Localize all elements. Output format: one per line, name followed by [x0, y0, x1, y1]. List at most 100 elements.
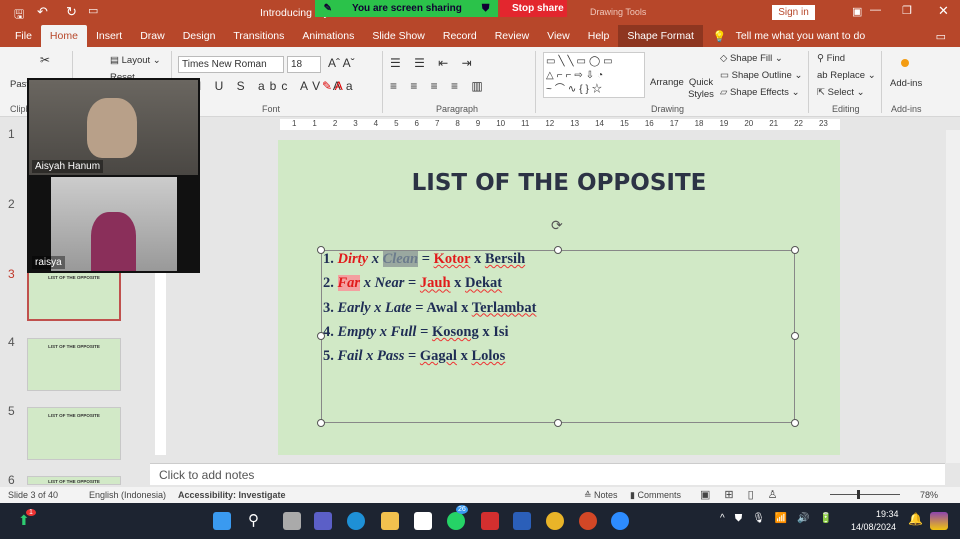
separator: x: [450, 275, 466, 292]
tab-file[interactable]: File: [6, 25, 41, 47]
redo-icon[interactable]: ↻: [66, 4, 77, 20]
zoom-slider[interactable]: [830, 490, 900, 499]
rotate-handle-icon[interactable]: ⟳: [551, 217, 563, 234]
resize-handle[interactable]: [791, 332, 799, 340]
slide-thumbnail-6[interactable]: LIST OF THE OPPOSITE: [27, 476, 121, 485]
tab-slide-show[interactable]: Slide Show: [363, 25, 434, 47]
content-textbox[interactable]: 1. Dirty x Clean = Kotor x Bersih 2. Far …: [321, 250, 795, 423]
zoom-slider-thumb[interactable]: [857, 490, 860, 499]
minimize-button[interactable]: —: [870, 4, 881, 16]
close-button[interactable]: ✕: [938, 3, 949, 19]
list-item[interactable]: 4. Empty x Full = Kosong x Isi: [322, 324, 794, 348]
comments-button[interactable]: ▮ Comments: [630, 490, 681, 501]
tab-shape-format[interactable]: Shape Format: [618, 25, 703, 47]
present-icon[interactable]: ▭: [88, 4, 98, 17]
sign-in-button[interactable]: Sign in: [772, 5, 815, 20]
resize-handle[interactable]: [317, 332, 325, 340]
clock-time[interactable]: 19:34: [876, 509, 899, 519]
tab-home[interactable]: Home: [40, 25, 87, 47]
ruler-tick: 1: [312, 119, 317, 128]
resize-handle[interactable]: [554, 246, 562, 254]
clock-date[interactable]: 14/08/2024: [851, 522, 896, 532]
list-buttons[interactable]: ☰ ☰ ⇤ ⇥: [390, 56, 477, 70]
comments-icon[interactable]: ▭: [936, 30, 946, 43]
cut-icon[interactable]: ✂: [40, 53, 50, 67]
store-icon[interactable]: [414, 512, 432, 530]
zoom-level[interactable]: 78%: [920, 490, 938, 500]
layout-button[interactable]: ▤ Layout ⌄: [110, 55, 161, 66]
font-size-increase-icon[interactable]: Aˆ Aˇ: [328, 56, 355, 70]
task-view-icon[interactable]: [283, 512, 301, 530]
notes-pane[interactable]: Click to add notes: [150, 463, 945, 485]
vertical-scrollbar[interactable]: [946, 130, 960, 463]
maximize-button[interactable]: ❐: [902, 4, 912, 17]
copilot-icon[interactable]: [930, 512, 948, 530]
start-icon[interactable]: [213, 512, 231, 530]
tab-transitions[interactable]: Transitions: [224, 25, 293, 47]
ruler-tick: 21: [769, 119, 779, 128]
font-size-select[interactable]: 18: [287, 56, 321, 73]
tell-me-search[interactable]: Tell me what you want to do: [727, 25, 875, 47]
addins-button[interactable]: Add-ins: [890, 78, 922, 89]
font-name-select[interactable]: Times New Roman: [178, 56, 284, 73]
font-color-icon[interactable]: ✎ A: [322, 79, 343, 93]
find-button[interactable]: ⚲ Find: [817, 53, 845, 64]
list-item[interactable]: 2. Far x Near = Jauh x Dekat: [322, 275, 794, 299]
stop-share-button[interactable]: Stop share: [500, 0, 567, 17]
view-buttons[interactable]: ▣⊞▯♙: [700, 488, 792, 501]
tab-review[interactable]: Review: [486, 25, 538, 47]
resize-handle[interactable]: [317, 419, 325, 427]
shapes-gallery[interactable]: ▭╲╲▭◯▭ △⌐⌐⇨⇩◔ ~⌒∿{}☆: [543, 52, 645, 98]
video-call-overlay[interactable]: Aisyah Hanum raisya: [27, 78, 200, 273]
shape-outline-button[interactable]: ▭ Shape Outline ⌄: [720, 70, 802, 81]
word-icon[interactable]: [513, 512, 531, 530]
tab-view[interactable]: View: [538, 25, 579, 47]
select-button[interactable]: ⇱ Select ⌄: [817, 87, 865, 98]
edge-icon[interactable]: [347, 512, 365, 530]
accessibility-status[interactable]: Accessibility: Investigate: [178, 490, 286, 500]
bell-icon[interactable]: 🔔: [908, 512, 923, 526]
quick-styles-button[interactable]: Quick Styles: [685, 77, 717, 101]
notes-button[interactable]: ≙ Notes: [584, 490, 618, 501]
search-icon[interactable]: ⚲: [248, 511, 259, 529]
resize-handle[interactable]: [791, 246, 799, 254]
align-buttons[interactable]: ≡ ≡ ≡ ≡ ▥: [390, 79, 488, 93]
english-opposite: Near: [374, 275, 405, 292]
slide-thumbnail-5[interactable]: LIST OF THE OPPOSITE: [27, 407, 121, 460]
save-icon[interactable]: 🖫: [14, 5, 24, 26]
stop-share-label: Stop share: [512, 3, 564, 14]
language-status[interactable]: English (Indonesia): [89, 490, 166, 500]
teams-icon[interactable]: [314, 512, 332, 530]
ruler-tick: 17: [669, 119, 679, 128]
tab-insert[interactable]: Insert: [87, 25, 131, 47]
lightbulb-icon: 💡: [712, 30, 727, 43]
shape-effects-button[interactable]: ▱ Shape Effects ⌄: [720, 87, 800, 98]
shape-fill-button[interactable]: ◇ Shape Fill ⌄: [720, 53, 783, 64]
acrobat-icon[interactable]: [481, 512, 499, 530]
whatsapp-icon[interactable]: [447, 512, 465, 530]
list-item[interactable]: 5. Fail x Pass = Gagal x Lolos: [322, 348, 794, 372]
tab-animations[interactable]: Animations: [293, 25, 363, 47]
slide-thumbnail-4[interactable]: LIST OF THE OPPOSITE: [27, 338, 121, 391]
list-item[interactable]: 1. Dirty x Clean = Kotor x Bersih: [322, 251, 794, 275]
replace-button[interactable]: ab Replace ⌄: [817, 70, 876, 81]
slide-title[interactable]: LIST OF THE OPPOSITE: [278, 170, 840, 196]
arrange-button[interactable]: Arrange: [650, 77, 684, 88]
file-explorer-icon[interactable]: [381, 512, 399, 530]
tab-design[interactable]: Design: [174, 25, 225, 47]
tab-help[interactable]: Help: [579, 25, 619, 47]
resize-handle[interactable]: [317, 246, 325, 254]
undo-icon[interactable]: ↶: [37, 4, 48, 20]
tab-record[interactable]: Record: [434, 25, 486, 47]
slide-canvas[interactable]: LIST OF THE OPPOSITE ⟳ 1. Dirty x Clean …: [278, 140, 840, 455]
chrome-icon[interactable]: [546, 512, 564, 530]
zoom-app-icon[interactable]: [611, 512, 629, 530]
ribbon-display-icon[interactable]: ▣: [852, 5, 862, 18]
list-item[interactable]: 3. Early x Late = Awal x Terlambat: [322, 300, 794, 324]
resize-handle[interactable]: [791, 419, 799, 427]
slide-thumbnail-3[interactable]: LIST OF THE OPPOSITE: [27, 268, 121, 321]
tab-draw[interactable]: Draw: [131, 25, 174, 47]
powerpoint-icon[interactable]: [579, 512, 597, 530]
resize-handle[interactable]: [554, 419, 562, 427]
system-tray-icons[interactable]: ^⛊🎙📶🔊🔋: [720, 513, 842, 524]
